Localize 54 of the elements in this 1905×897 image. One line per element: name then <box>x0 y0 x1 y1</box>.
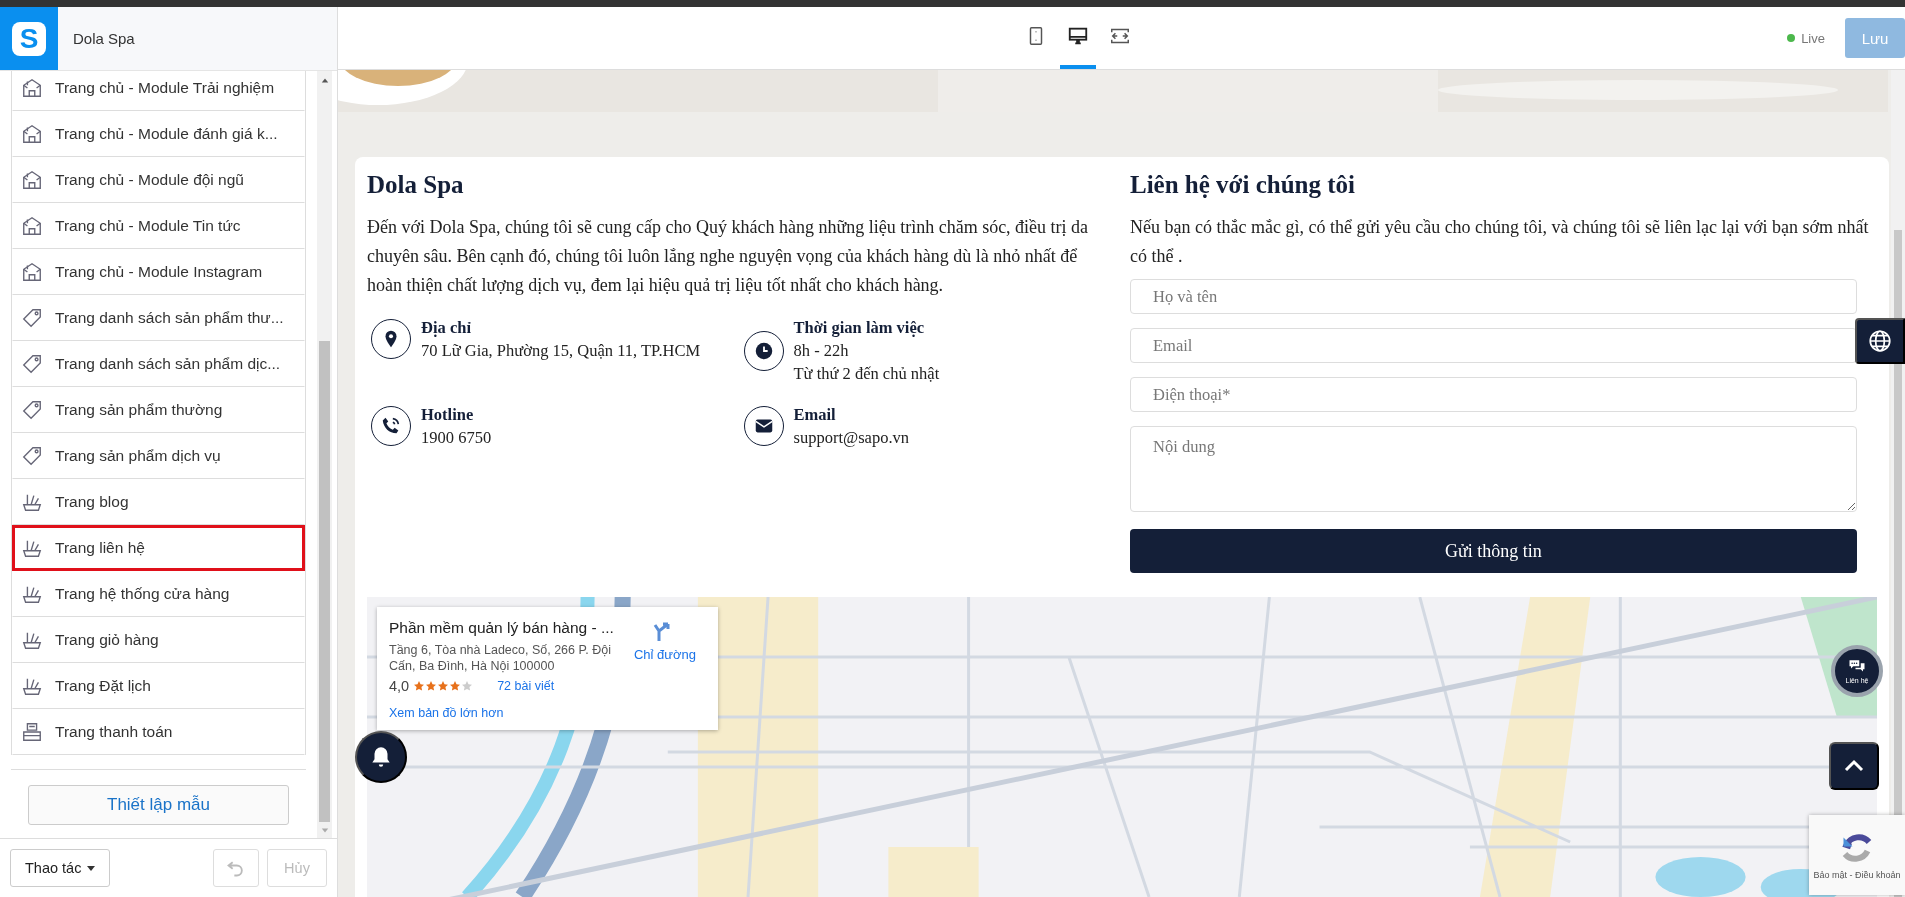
contact-label: Thời gian làm việc <box>793 317 926 339</box>
tag-icon <box>21 353 43 375</box>
cash-register-icon <box>21 721 43 743</box>
submit-button[interactable]: Gửi thông tin <box>1130 529 1857 573</box>
larger-map-link[interactable]: Xem bản đồ lớn hơn <box>389 706 700 720</box>
house-icon <box>21 169 43 191</box>
status-label: Live <box>1801 30 1825 46</box>
contact-value: Từ thứ 2 đến chủ nhật <box>793 363 940 385</box>
template-button[interactable]: Thiết lập mẫu <box>28 785 289 825</box>
reviews-link[interactable]: 72 bài viết <box>497 679 555 693</box>
tag-icon <box>21 445 43 467</box>
section-title: Dola Spa <box>367 171 465 199</box>
contact-value: 70 Lữ Gia, Phường 15, Quận 11, TP.HCM <box>421 340 701 362</box>
star-icon <box>449 680 462 692</box>
star-icon <box>425 680 438 692</box>
app-logo: S <box>0 7 58 70</box>
place-name: Phần mềm quản lý bán hàng - ... <box>389 619 615 637</box>
caret-icon <box>87 865 96 871</box>
recaptcha-badge: Bảo mật - Điều khoản <box>1809 815 1905 895</box>
house-icon <box>21 215 43 237</box>
star-icon <box>461 680 474 692</box>
actions-button[interactable]: Thao tác <box>10 849 111 887</box>
input-field[interactable]: Họ và tên <box>1130 279 1857 314</box>
tag-icon <box>21 399 43 421</box>
contact-label: Địa chỉ <box>421 317 472 339</box>
tag-icon <box>21 307 43 329</box>
globe-button[interactable] <box>1855 318 1905 364</box>
contact-value: support@sapo.vn <box>793 427 910 449</box>
form-title: Liên hệ với chúng tôi <box>1130 171 1356 199</box>
star-icon <box>437 680 450 692</box>
store-name: Dola Spa <box>73 30 135 47</box>
contact-label: Email <box>793 404 837 426</box>
scroll-up-icon <box>320 77 330 85</box>
place-address: Tầng 6, Tòa nhà Ladeco, Số, 266 P. Đội Cấn, Ba Đình, Hà Nội 100000 <box>389 642 612 674</box>
input-field[interactable]: Điện thoại* <box>1130 377 1857 412</box>
house-icon <box>21 123 43 145</box>
contact-label: Hotline <box>421 404 475 426</box>
scroll-down-icon <box>320 826 330 834</box>
sidebar-item[interactable]: Trang liên hệ <box>12 525 305 571</box>
house-icon <box>21 77 43 99</box>
message-field[interactable]: Nội dung <box>1130 426 1857 512</box>
intro-paragraph: Đến với Dola Spa, chúng tôi sẽ cung cấp cho Quý khách hàng những liệu trình chăm sóc, điều trị da chuyên sâu. Bên cạnh đó, chúng tôi luôn lắng nghe nguyện vọng của khách hàng dù là nhỏ nhất để hoàn thiện chất lượng dịch vụ, đem lại hiệu quả trị liệu tốt nhất cho khách hàng. <box>367 216 1090 297</box>
form-description: Nếu bạn có thắc mắc gì, có thể gửi yêu cầu cho chúng tôi, và chúng tôi sẽ liên lạc lại với bạn sớm nhất có thể . <box>1130 216 1870 268</box>
directions-link[interactable]: Chỉ đường <box>630 619 700 674</box>
star-icon <box>413 680 426 692</box>
rating-value: 4,0 <box>389 678 410 694</box>
house-icon <box>21 261 43 283</box>
contact-value: 1900 6750 <box>421 427 492 449</box>
scrollbar[interactable] <box>317 71 332 838</box>
contact-value: 8h - 22h <box>793 340 850 362</box>
input-field[interactable]: Email <box>1130 328 1857 363</box>
back-to-top-button[interactable] <box>1829 742 1879 790</box>
globe-icon <box>1867 328 1893 354</box>
monitor-icon <box>1067 25 1089 47</box>
